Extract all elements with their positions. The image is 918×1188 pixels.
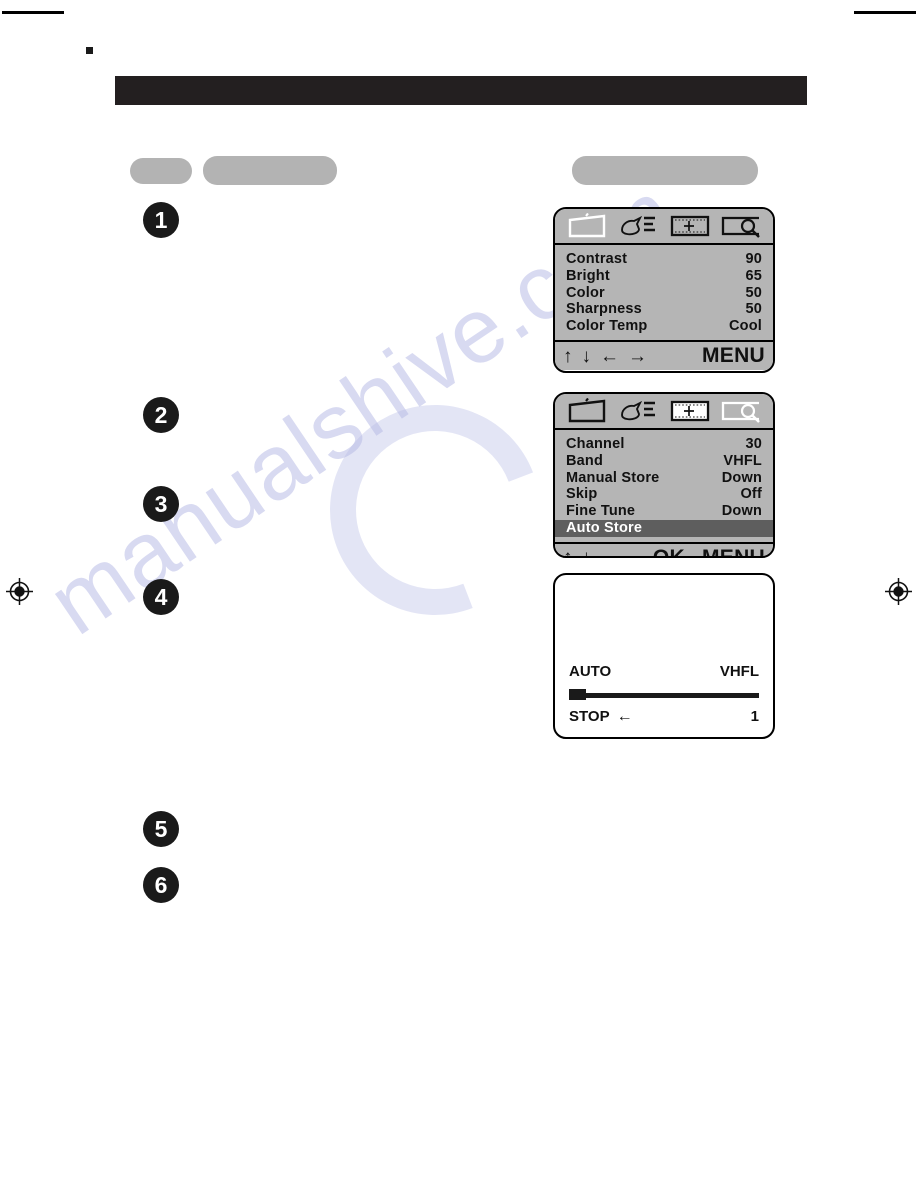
arrow-down-icon[interactable]: ↓ [582, 347, 592, 366]
row-label: Band [566, 452, 604, 469]
progress-track [569, 693, 759, 698]
crop-dot-left [86, 47, 93, 54]
row-value: Cool [728, 318, 762, 335]
osd-auto-search-panel: AUTO VHFL STOP ← 1 [553, 573, 775, 739]
table-row[interactable]: Sharpness 50 [565, 301, 763, 318]
arrow-left-icon[interactable]: ← [600, 347, 619, 366]
arrow-up-icon[interactable]: ↑ [563, 548, 573, 556]
auto-search-header: AUTO VHFL [569, 663, 759, 680]
step-marker-5: 5 [143, 811, 179, 847]
row-value: 50 [745, 301, 762, 318]
step-number: 4 [154, 583, 168, 610]
osd-tuner-rows: Channel 30 Band VHFL Manual Store Down S… [555, 430, 773, 542]
row-value: 90 [745, 251, 762, 267]
table-row[interactable]: Contrast 90 [565, 251, 763, 268]
row-label: Skip [566, 486, 598, 503]
row-value: VHFL [723, 452, 762, 469]
crop-mark-top-left [2, 11, 64, 14]
osd-picture-rows: Contrast 90 Bright 65 Color 50 Sharpness… [555, 245, 773, 341]
arrow-up-icon[interactable]: ↑ [563, 347, 573, 366]
tuner-icon[interactable] [664, 211, 716, 241]
row-value: Down [721, 469, 762, 486]
step-number: 2 [154, 401, 168, 428]
table-row[interactable]: Manual Store Down [565, 470, 763, 487]
step-marker-6: 6 [143, 867, 179, 903]
registration-target-right [885, 578, 912, 605]
section-header-bar [115, 76, 807, 105]
menu-button[interactable]: MENU [702, 344, 765, 368]
picture-icon[interactable] [561, 396, 613, 426]
redacted-label-right [572, 156, 758, 185]
row-value: Off [740, 486, 762, 503]
row-label: Bright [566, 267, 610, 284]
table-row[interactable]: Color Temp Cool [565, 318, 763, 335]
arrow-left-icon: ← [616, 707, 633, 725]
manual-page: manualshive.com 1 2 3 4 5 6 Contrast 90 … [0, 0, 918, 1188]
row-label: Color Temp [566, 318, 648, 335]
osd-icon-bar [555, 209, 773, 245]
row-value: 50 [745, 284, 762, 301]
row-value: 30 [745, 436, 762, 452]
auto-band-value: VHFL [719, 663, 759, 680]
step-marker-3: 3 [143, 486, 179, 522]
arrow-down-icon[interactable]: ↓ [582, 548, 592, 556]
step-number: 6 [154, 871, 168, 898]
table-row[interactable]: Bright 65 [565, 268, 763, 285]
auto-search-footer: STOP ← 1 [569, 708, 759, 725]
row-value: 65 [745, 267, 762, 284]
table-row-selected[interactable]: Auto Store [555, 520, 773, 537]
step-number: 5 [154, 815, 168, 842]
watermark-ring [296, 371, 574, 649]
ok-button[interactable]: OK [653, 546, 685, 556]
row-label: Color [566, 284, 605, 301]
step-number: 1 [154, 206, 168, 233]
table-row[interactable]: Fine Tune Down [565, 503, 763, 520]
stop-control[interactable]: STOP ← [569, 708, 633, 725]
sound-hand-icon[interactable] [613, 211, 665, 241]
crop-mark-top-right [854, 11, 916, 14]
auto-search-progress-bar [569, 689, 759, 700]
osd-tuner-menu: Channel 30 Band VHFL Manual Store Down S… [553, 392, 775, 558]
row-label: Fine Tune [566, 503, 636, 520]
picture-icon[interactable] [561, 211, 613, 241]
table-row[interactable]: Channel 30 [565, 436, 763, 453]
osd-picture-menu: Contrast 90 Bright 65 Color 50 Sharpness… [553, 207, 775, 373]
feature-search-icon[interactable] [716, 396, 768, 426]
arrow-right-icon[interactable]: → [628, 347, 647, 366]
step-marker-1: 1 [143, 202, 179, 238]
osd-icon-bar [555, 394, 773, 430]
channel-number: 1 [750, 708, 759, 725]
osd-tuner-footer: ↑ ↓ OK MENU [555, 541, 773, 556]
step-marker-4: 4 [143, 579, 179, 615]
table-row[interactable]: Band VHFL [565, 453, 763, 470]
redacted-label-heading [203, 156, 337, 185]
menu-button[interactable]: MENU [702, 546, 765, 556]
row-label: Channel [566, 436, 625, 452]
sound-hand-icon[interactable] [613, 396, 665, 426]
table-row[interactable]: Skip Off [565, 486, 763, 503]
table-row[interactable]: Color 50 [565, 285, 763, 302]
step-number: 3 [154, 490, 168, 517]
row-value: Down [721, 503, 762, 520]
row-label: Sharpness [566, 301, 642, 318]
row-label: Auto Store [566, 520, 643, 537]
progress-knob[interactable] [569, 689, 586, 700]
feature-search-icon[interactable] [716, 211, 768, 241]
tuner-icon[interactable] [664, 396, 716, 426]
osd-picture-footer: ↑ ↓ ← → MENU [555, 340, 773, 371]
step-marker-2: 2 [143, 397, 179, 433]
row-label: Contrast [566, 251, 628, 267]
redacted-label-small [130, 158, 192, 184]
stop-label: STOP [569, 708, 610, 725]
row-label: Manual Store [566, 469, 660, 486]
registration-target-left [6, 578, 33, 605]
auto-mode-label: AUTO [569, 663, 612, 680]
